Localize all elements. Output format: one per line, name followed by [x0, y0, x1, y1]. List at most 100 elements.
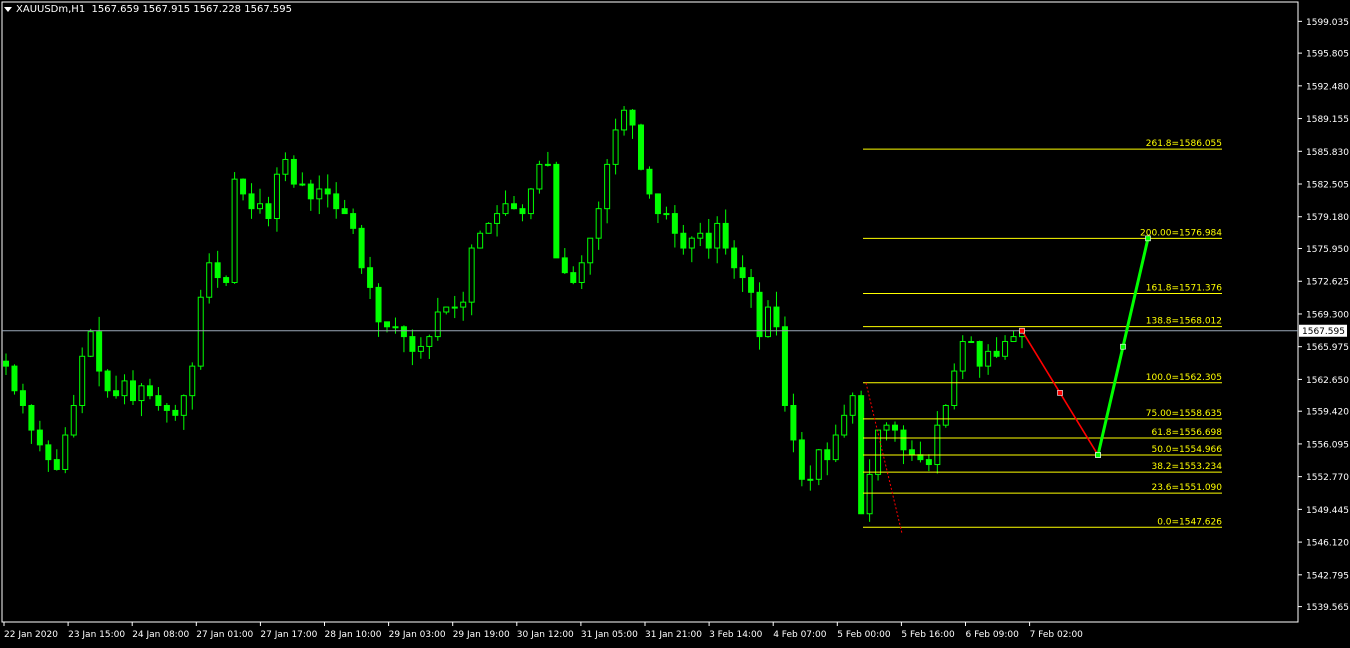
fib-level-label: 200.00=1576.984	[1140, 228, 1222, 238]
candle-body	[841, 414, 848, 436]
dropdown-triangle-icon[interactable]	[4, 6, 12, 12]
candle-body	[223, 277, 230, 283]
candle-body	[985, 350, 992, 367]
candle-body	[722, 222, 729, 249]
candle-body	[146, 385, 153, 397]
candle-body	[350, 213, 357, 229]
price-tick-label: 1572.625	[1306, 278, 1349, 288]
candle-body	[502, 203, 509, 215]
price-tick-label: 1589.155	[1306, 115, 1349, 125]
candle-body	[477, 232, 484, 249]
time-label: 29 Jan 19:00	[453, 630, 510, 640]
candle-body	[714, 222, 721, 249]
candle-body	[11, 365, 18, 392]
candle-body	[451, 306, 458, 309]
candle-body	[807, 478, 814, 481]
candle-body	[197, 296, 204, 367]
candle-body	[104, 370, 111, 392]
candle-body	[130, 380, 136, 402]
candle-body	[28, 404, 35, 431]
price-tick-label: 1595.805	[1306, 50, 1349, 60]
candle-body	[976, 341, 983, 367]
candle-body	[544, 163, 551, 166]
time-label: 31 Jan 21:00	[645, 630, 702, 640]
candle-body	[163, 404, 170, 411]
candle-body	[375, 286, 382, 323]
time-label: 30 Jan 12:00	[517, 630, 574, 640]
time-label: 29 Jan 03:00	[389, 630, 446, 640]
price-tick-label: 1552.770	[1306, 473, 1349, 483]
candle-body	[570, 272, 577, 283]
candle-body	[434, 311, 441, 338]
time-label: 27 Jan 17:00	[260, 630, 317, 640]
chart-window[interactable]: XAUUSDm,H1 1567.659 1567.915 1567.228 15…	[0, 0, 1350, 644]
candle-body	[612, 129, 619, 165]
candle-body	[70, 404, 77, 436]
candle-body	[62, 434, 69, 470]
candle-body	[553, 163, 560, 259]
candle-body	[511, 203, 517, 210]
time-label: 3 Feb 14:00	[709, 630, 763, 640]
candle-body	[290, 158, 297, 185]
fib-level-label: 161.8=1571.376	[1146, 284, 1223, 294]
price-chart[interactable]: 1599.035 1595.805 1592.480 1589.155 1585.830…	[0, 0, 1350, 644]
candle-body	[172, 409, 179, 416]
candle-body	[392, 326, 399, 329]
fib-level-label: 261.8=1586.055	[1146, 139, 1222, 149]
candle-body	[519, 208, 526, 215]
time-label: 24 Jan 08:00	[132, 630, 189, 640]
candle-body	[587, 237, 594, 264]
candle-body	[240, 178, 247, 195]
candle-body	[654, 193, 661, 215]
candle-body	[908, 449, 915, 456]
price-tick-label: 1585.830	[1306, 148, 1349, 158]
price-tick-label: 1565.975	[1306, 343, 1349, 353]
candle-body	[358, 227, 365, 269]
candle-body	[121, 380, 128, 397]
price-tick-label: 1575.950	[1306, 245, 1349, 255]
candle-body	[79, 355, 86, 406]
projection-point	[1095, 452, 1101, 458]
candle-body	[739, 267, 746, 279]
candle-body	[951, 370, 958, 406]
time-label: 27 Jan 01:00	[196, 630, 253, 640]
candle-body	[248, 193, 255, 210]
candle-body	[468, 247, 475, 303]
candle-body	[900, 429, 907, 451]
candle-body	[663, 213, 670, 216]
price-tick-label: 1539.565	[1306, 603, 1349, 613]
candle-body	[680, 232, 687, 249]
candle-body	[180, 395, 187, 416]
candle-body	[443, 306, 450, 313]
price-tick-label: 1559.420	[1306, 408, 1349, 418]
candle-body	[1002, 341, 1009, 357]
candle-body	[45, 444, 52, 461]
candle-body	[341, 208, 348, 215]
candle-body	[214, 262, 221, 279]
candle-body	[968, 341, 975, 344]
time-label: 28 Jan 10:00	[325, 630, 382, 640]
candle-body	[1010, 336, 1017, 343]
candle-body	[96, 331, 103, 372]
candle-body	[595, 208, 602, 239]
candle-body	[333, 193, 340, 210]
candle-body	[265, 203, 272, 220]
candle-body	[324, 188, 331, 195]
candle-body	[367, 267, 374, 288]
fib-level-label: 100.0=1562.305	[1146, 373, 1222, 383]
price-tick-label: 1599.035	[1306, 18, 1349, 28]
time-label: 5 Feb 16:00	[901, 630, 955, 640]
candle-body	[494, 213, 501, 224]
candle-body	[53, 459, 60, 470]
candle-body	[138, 385, 145, 402]
candle-body	[773, 306, 780, 328]
candle-body	[731, 247, 738, 269]
candle-body	[832, 434, 839, 461]
projection-point	[1019, 327, 1025, 334]
candle-body	[384, 321, 390, 328]
time-label: 7 Feb 02:00	[1030, 630, 1084, 640]
price-tick-label: 1562.650	[1306, 376, 1349, 386]
candle-body	[705, 232, 712, 249]
candle-body	[748, 277, 755, 293]
candle-body	[883, 424, 890, 431]
